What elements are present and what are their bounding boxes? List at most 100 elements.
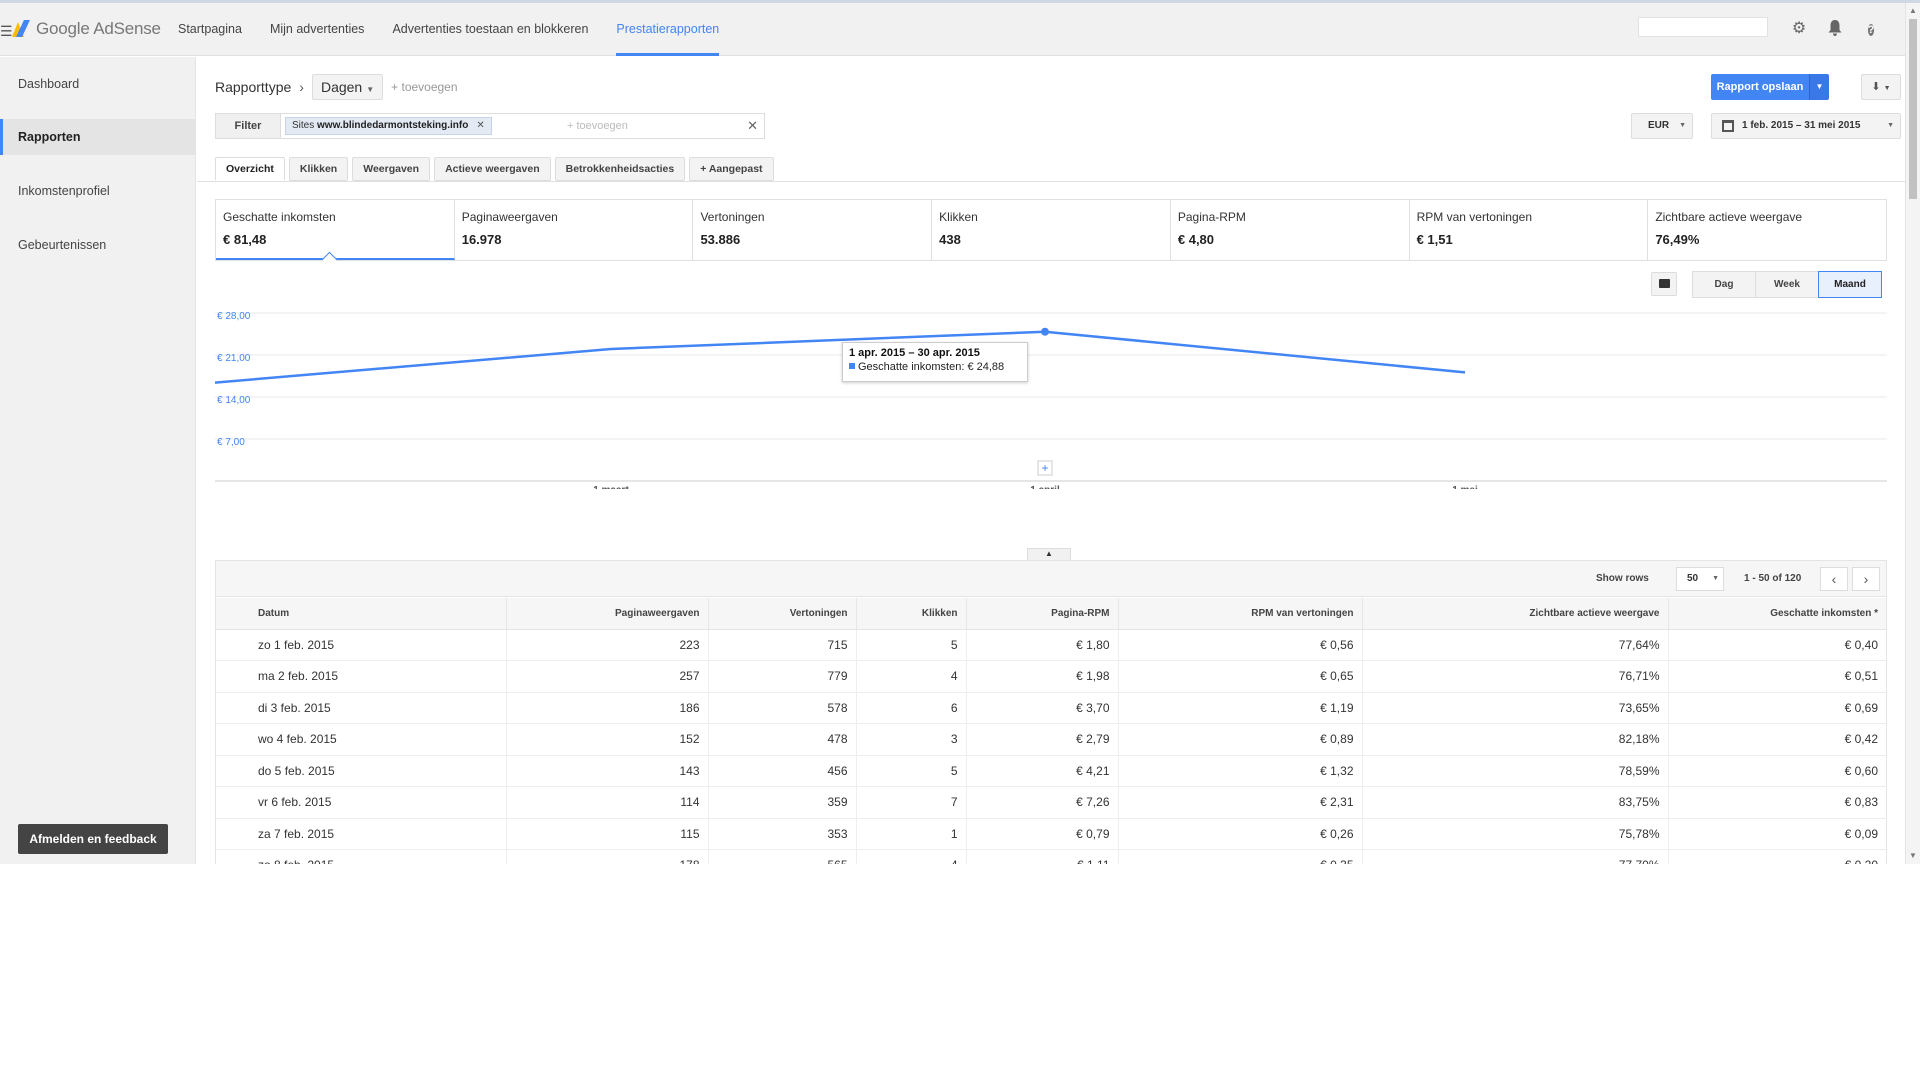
filter-row: Filter Sites www.blindedarmontsteking.in… (215, 113, 765, 139)
col-klikken[interactable]: Klikken (856, 598, 967, 630)
nav-startpagina[interactable]: Startpagina (178, 3, 242, 56)
table-cell: 76,71% (1362, 660, 1669, 693)
metric-label: Pagina-RPM (1177, 210, 1246, 224)
table-pager: Show rows 50 ▼ 1 - 50 of 120 ‹ › (216, 561, 1886, 597)
report-type-label: Rapporttype (215, 79, 292, 95)
table-cell: € 1,98 (966, 660, 1119, 693)
adsense-logo[interactable]: Google AdSense (12, 19, 161, 39)
collapse-chart-toggle[interactable]: ▲ (1027, 548, 1071, 560)
table-row[interactable]: zo 8 feb. 20151785654€ 1,11€ 0,3577,70%€… (216, 849, 1886, 864)
tab-overzicht[interactable]: Overzicht (215, 157, 285, 181)
granularity-dag[interactable]: Dag (1692, 271, 1756, 298)
table-cell: 73,65% (1362, 692, 1669, 724)
annotation-button[interactable] (1651, 272, 1677, 296)
site-filter-chip[interactable]: Sites www.blindedarmontsteking.info ✕ (285, 117, 492, 135)
filter-input[interactable]: Sites www.blindedarmontsteking.info ✕ + t… (281, 113, 765, 139)
table-row[interactable]: za 7 feb. 2015 115 353 1 € 0,79 € 0,26 75,78% €… (216, 818, 1886, 850)
col-pagina-rpm[interactable]: Pagina-RPM (966, 598, 1119, 630)
table-cell: 359 (708, 786, 857, 819)
data-point[interactable] (1041, 327, 1049, 336)
scroll-down-icon[interactable]: ▼ (1909, 851, 1917, 860)
show-rows-label: Show rows (1596, 573, 1649, 584)
nav-advertenties-toestaan[interactable]: Advertenties toestaan en blokkeren (392, 3, 588, 56)
save-options-caret[interactable]: ▼ (1809, 74, 1829, 100)
report-tabs: Overzicht Klikken Weergaven Actieve weer… (215, 157, 774, 181)
download-button[interactable]: ⬇ ▼ (1861, 74, 1901, 100)
metric-label: Geschatte inkomsten (223, 210, 336, 224)
table-cell: ma 2 feb. 2015 (216, 660, 507, 693)
report-main: Rapporttype › Dagen ▼ + toevoegen Rapport… (197, 57, 1905, 864)
table-cell: € 1,19 (1118, 692, 1363, 724)
scroll-thumb[interactable] (1909, 19, 1917, 199)
chart-tooltip: 1 apr. 2015 – 30 apr. 2015 Geschatte ink… (842, 342, 1028, 382)
save-report-button[interactable]: Rapport opslaan (1711, 74, 1809, 100)
sidebar-item-rapporten[interactable]: Rapporten (0, 119, 196, 155)
tab-weergaven[interactable]: Weergaven (352, 157, 431, 181)
gear-icon[interactable]: ⚙ (1790, 20, 1808, 38)
table-row[interactable]: di 3 feb. 2015 186 578 6 € 3,70 € 1,19 73,65% €… (216, 692, 1886, 724)
remove-chip-icon[interactable]: ✕ (476, 120, 484, 131)
date-range-picker[interactable]: 1 feb. 2015 – 31 mei 2015 ▼ (1711, 113, 1901, 139)
table-row[interactable]: zo 1 feb. 2015 223 715 5 € 1,80 € 0,56 77,64% €… (216, 629, 1886, 661)
metric-value: € 4,80 (1177, 232, 1215, 247)
table-cell: € 0,26 (1118, 818, 1363, 850)
col-paginaweergaven[interactable]: Paginaweergaven (506, 598, 709, 630)
sidebar-item-gebeurtenissen[interactable]: Gebeurtenissen (0, 227, 196, 263)
sidebar-item-dashboard[interactable]: Dashboard (0, 66, 196, 102)
filter-button[interactable]: Filter (215, 113, 281, 139)
table-cell: 353 (708, 818, 857, 850)
metric-card-zichtbare-actieve-weergave[interactable]: Zichtbare actieve weergave 76,49% (1648, 200, 1886, 260)
tab-aangepast[interactable]: + Aangepast (689, 157, 774, 181)
help-icon[interactable]: ? (1862, 20, 1880, 38)
col-zichtbare-actieve-weergave[interactable]: Zichtbare actieve weergave (1362, 598, 1669, 630)
tab-actieve-weergaven[interactable]: Actieve weergaven (434, 157, 551, 181)
sidebar-item-inkomstenprofiel[interactable]: Inkomstenprofiel (0, 173, 196, 209)
add-dimension-link[interactable]: + toevoegen (391, 80, 457, 94)
scroll-up-icon[interactable]: ▲ (1909, 6, 1917, 15)
next-page-button[interactable]: › (1852, 567, 1880, 591)
table-cell: 152 (506, 723, 709, 756)
table-row[interactable]: vr 6 feb. 2015 114 359 7 € 7,26 € 2,31 83,75% €… (216, 786, 1886, 819)
col-datum[interactable]: Datum (216, 598, 507, 630)
granularity-week[interactable]: Week (1755, 271, 1819, 298)
table-cell: € 1,32 (1118, 755, 1363, 787)
feedback-button[interactable]: Afmelden en feedback (18, 824, 168, 854)
col-rpm-vertoningen[interactable]: RPM van vertoningen (1118, 598, 1363, 630)
metric-card-paginaweergaven[interactable]: Paginaweergaven 16.978 (455, 200, 694, 260)
table-cell: 223 (506, 629, 709, 661)
table-cell: € 0,69 (1668, 692, 1886, 724)
metric-card-vertoningen[interactable]: Vertoningen 53.886 (693, 200, 933, 260)
table-cell: € 0,60 (1668, 755, 1886, 787)
table-cell: € 0,83 (1668, 786, 1886, 819)
table-row[interactable]: do 5 feb. 2015 143 456 5 € 4,21 € 1,32 78,59% €… (216, 755, 1886, 787)
rows-per-page-dropdown[interactable]: 50 ▼ (1676, 567, 1724, 591)
col-geschatte-inkomsten[interactable]: Geschatte inkomsten * (1668, 598, 1886, 630)
table-cell: 75,78% (1362, 818, 1669, 850)
dimension-dropdown[interactable]: Dagen ▼ (311, 74, 384, 100)
metric-card-geschatte-inkomsten[interactable]: Geschatte inkomsten € 81,48 (216, 200, 455, 260)
y-tick-label: € 7,00 (217, 437, 245, 448)
table-row[interactable]: wo 4 feb. 2015 152 478 3 € 2,79 € 0,89 82,18% €… (216, 723, 1886, 756)
metric-card-pagina-rpm[interactable]: Pagina-RPM € 4,80 (1171, 200, 1410, 260)
calendar-icon (1722, 120, 1734, 132)
previous-page-button[interactable]: ‹ (1820, 567, 1848, 591)
menu-icon[interactable]: ☰ (0, 23, 13, 40)
tab-klikken[interactable]: Klikken (288, 157, 349, 181)
currency-dropdown[interactable]: EUR ▼ (1631, 113, 1693, 139)
table-row[interactable]: ma 2 feb. 2015 257 779 4 € 1,98 € 0,65 76,71% €… (216, 660, 1886, 693)
nav-mijn-advertenties[interactable]: Mijn advertenties (270, 3, 365, 56)
tab-betrokkenheidsacties[interactable]: Betrokkenheidsacties (554, 157, 686, 181)
col-vertoningen[interactable]: Vertoningen (708, 598, 857, 630)
clear-filter-icon[interactable]: ✕ (747, 118, 758, 134)
nav-prestatierapporten[interactable]: Prestatierapporten (616, 3, 719, 56)
metric-card-klikken[interactable]: Klikken 438 (932, 200, 1171, 260)
chip-prefix: Sites (292, 120, 315, 131)
granularity-maand[interactable]: Maand (1818, 271, 1882, 298)
table-cell: 178 (506, 849, 709, 864)
metric-card-rpm-vertoningen[interactable]: RPM van vertoningen € 1,51 (1410, 200, 1649, 260)
table-cell: 578 (708, 692, 857, 724)
account-box[interactable] (1638, 17, 1768, 37)
bell-icon[interactable] (1826, 20, 1844, 38)
vertical-scrollbar[interactable]: ▲ ▼ (1905, 3, 1920, 864)
metric-value: 53.886 (700, 232, 741, 247)
